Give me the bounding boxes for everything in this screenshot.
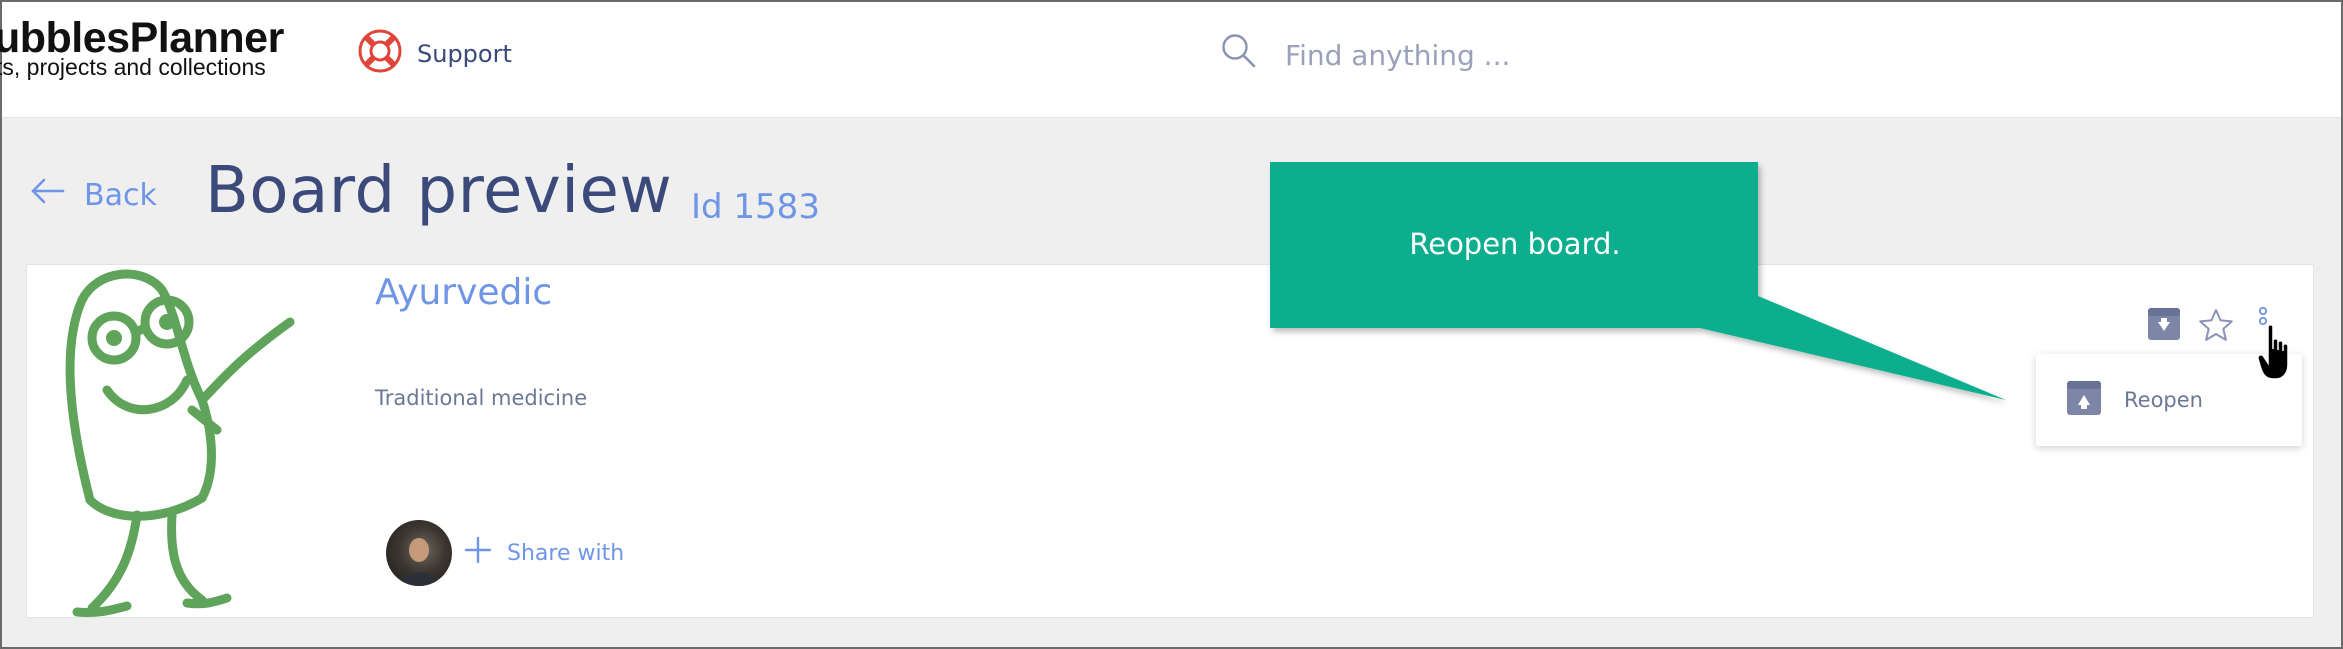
support-label: Support (417, 40, 512, 68)
hand-cursor-icon (2257, 323, 2300, 387)
plus-icon (463, 535, 493, 571)
back-label: Back (84, 177, 157, 213)
board-id: Id 1583 (691, 187, 820, 227)
share-with-button[interactable]: Share with (463, 536, 624, 570)
menu-item-label: Reopen (2124, 388, 2203, 412)
board-name[interactable]: Ayurvedic (375, 272, 552, 313)
back-link[interactable]: Back (30, 170, 157, 220)
menu-item-reopen[interactable]: Reopen (2066, 378, 2203, 422)
support-link[interactable]: Support (357, 28, 512, 80)
app-logo-tagline: ts, projects and collections (0, 54, 266, 80)
share-with-label: Share with (507, 540, 625, 566)
star-icon[interactable] (2198, 307, 2234, 347)
avatar[interactable] (386, 520, 452, 586)
board-description: Traditional medicine (375, 386, 588, 410)
archive-up-icon (2066, 380, 2102, 421)
archive-icon[interactable] (2147, 307, 2181, 345)
arrow-left-icon (30, 177, 66, 213)
mascot-illustration (52, 260, 302, 624)
top-header: ubblesPlanner ts, projects and collectio… (0, 2, 2341, 118)
tooltip-text: Reopen board. (1409, 227, 1621, 261)
search-icon[interactable] (1220, 32, 1258, 74)
search-input[interactable] (1285, 32, 1785, 78)
lifebuoy-icon (357, 28, 403, 80)
page-title: Board preview (205, 154, 673, 228)
